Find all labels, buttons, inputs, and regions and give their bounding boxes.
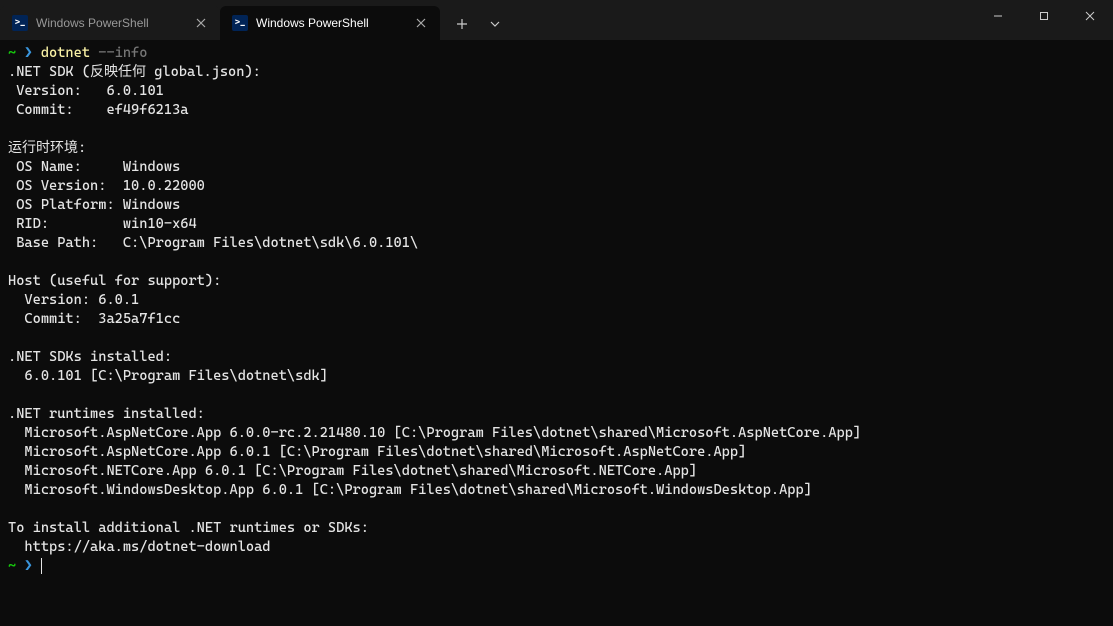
- prompt-arrow: ❯: [24, 45, 32, 61]
- command-arg: --info: [98, 45, 147, 61]
- output-sdk-version: 6.0.101: [106, 83, 163, 99]
- tab-2-title: Windows PowerShell: [256, 16, 404, 30]
- output-os-name: Windows: [123, 159, 180, 175]
- output-os-version: 10.0.22000: [123, 178, 205, 194]
- output-host-version-label: Version:: [8, 292, 98, 308]
- output-host-version: 6.0.1: [98, 292, 139, 308]
- maximize-button[interactable]: [1021, 0, 1067, 32]
- output-os-version-label: OS Version:: [8, 178, 123, 194]
- output-runtime-env-header: 运行时环境:: [8, 140, 86, 156]
- tab-2[interactable]: >_ Windows PowerShell: [220, 6, 440, 40]
- new-tab-button[interactable]: [444, 8, 480, 40]
- tab-2-close-icon[interactable]: [412, 14, 430, 32]
- output-sdk-header: .NET SDK (反映任何 global.json):: [8, 64, 261, 80]
- tab-1-title: Windows PowerShell: [36, 16, 184, 30]
- output-host-commit: 3a25a7f1cc: [98, 311, 180, 327]
- output-install-url: https://aka.ms/dotnet-download: [8, 539, 271, 555]
- output-rid-label: RID:: [8, 216, 123, 232]
- output-sdk-version-label: Version:: [8, 83, 106, 99]
- output-os-platform: Windows: [123, 197, 180, 213]
- titlebar: >_ Windows PowerShell >_ Windows PowerSh…: [0, 0, 1113, 40]
- cursor: [41, 558, 42, 574]
- output-runtime-2: Microsoft.AspNetCore.App 6.0.1 [C:\Progr…: [8, 444, 746, 460]
- output-runtime-3: Microsoft.NETCore.App 6.0.1 [C:\Program …: [8, 463, 697, 479]
- prompt-tilde-2: ~: [8, 558, 16, 574]
- window-controls: [975, 0, 1113, 40]
- output-host-commit-label: Commit:: [8, 311, 98, 327]
- command-exe: dotnet: [41, 45, 90, 61]
- tab-dropdown-button[interactable]: [480, 8, 510, 40]
- tab-1[interactable]: >_ Windows PowerShell: [0, 6, 220, 40]
- output-os-platform-label: OS Platform:: [8, 197, 123, 213]
- output-base-path-label: Base Path:: [8, 235, 123, 251]
- output-base-path: C:\Program Files\dotnet\sdk\6.0.101\: [123, 235, 418, 251]
- output-sdks-installed-header: .NET SDKs installed:: [8, 349, 172, 365]
- tab-1-close-icon[interactable]: [192, 14, 210, 32]
- tabs-container: >_ Windows PowerShell >_ Windows PowerSh…: [0, 0, 510, 40]
- powershell-icon: >_: [232, 15, 248, 31]
- output-runtime-4: Microsoft.WindowsDesktop.App 6.0.1 [C:\P…: [8, 482, 812, 498]
- output-install-msg: To install additional .NET runtimes or S…: [8, 520, 369, 536]
- powershell-icon: >_: [12, 15, 28, 31]
- terminal-area[interactable]: ~ ❯ dotnet --info .NET SDK (反映任何 global.…: [0, 40, 1113, 580]
- output-runtime-1: Microsoft.AspNetCore.App 6.0.0-rc.2.2148…: [8, 425, 861, 441]
- output-sdk-commit: ef49f6213a: [106, 102, 188, 118]
- output-host-header: Host (useful for support):: [8, 273, 221, 289]
- output-sdk-commit-label: Commit:: [8, 102, 106, 118]
- output-runtimes-installed-header: .NET runtimes installed:: [8, 406, 205, 422]
- minimize-button[interactable]: [975, 0, 1021, 32]
- prompt-arrow-2: ❯: [24, 558, 32, 574]
- output-sdk-installed-1: 6.0.101 [C:\Program Files\dotnet\sdk]: [8, 368, 328, 384]
- prompt-tilde: ~: [8, 45, 16, 61]
- close-button[interactable]: [1067, 0, 1113, 32]
- output-rid: win10-x64: [123, 216, 197, 232]
- output-os-name-label: OS Name:: [8, 159, 123, 175]
